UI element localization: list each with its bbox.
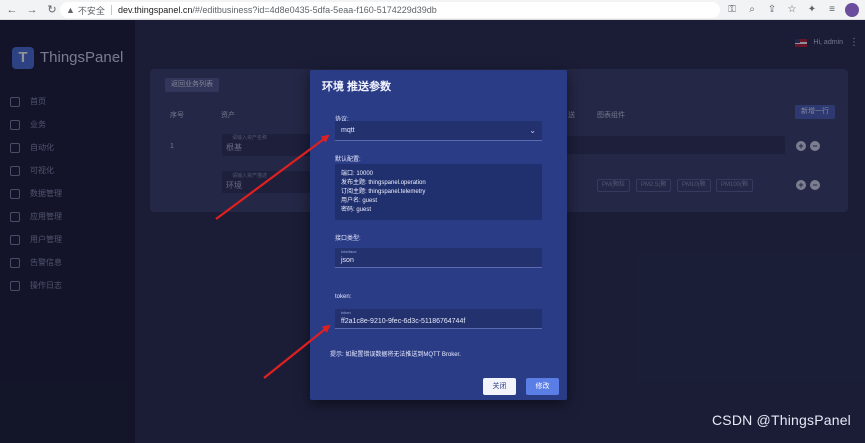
not-secure-warning-icon[interactable]: ▲ [66, 5, 75, 15]
protocol-select[interactable]: mqtt ⌄ [335, 121, 542, 141]
zoom-icon[interactable]: ⌕ [745, 3, 759, 17]
interface-value: json [341, 257, 354, 264]
url-host: dev.thingspanel.cn [117, 5, 193, 15]
token-label: token: [335, 294, 352, 300]
token-field[interactable]: token ff2a1c8e-9210-9fec-6d3c-5118676474… [335, 309, 542, 329]
interface-type-field[interactable]: Interface json [335, 248, 542, 268]
default-config-box: 端口: 10000 发布主题: thingspanel.operation 订阅… [335, 164, 542, 220]
address-bar[interactable]: ▲ 不安全 dev.thingspanel.cn /#/editbusiness… [60, 2, 720, 18]
token-value: ff2a1c8e-9210-9fec-6d3c-51186764744f [341, 318, 466, 325]
reload-icon[interactable]: ↻ [44, 2, 60, 18]
interface-float-label: Interface [341, 249, 357, 254]
browser-actions: ⚿ ⌕ ⇪ ☆ ✦ ≡ [725, 2, 865, 18]
share-icon[interactable]: ⇪ [765, 3, 779, 17]
close-button[interactable]: 关闭 [483, 378, 516, 395]
save-button[interactable]: 修改 [526, 378, 559, 395]
chevron-down-icon[interactable]: ⌄ [529, 121, 536, 141]
back-arrow-icon[interactable]: ← [4, 2, 20, 18]
config-publish-topic: 发布主题: thingspanel.operation [341, 180, 426, 186]
reading-list-icon[interactable]: ≡ [825, 3, 839, 17]
token-float-label: token [341, 310, 351, 315]
config-subscribe-topic: 订阅主题: thingspanel.telemetry [341, 189, 426, 195]
bookmark-star-icon[interactable]: ☆ [785, 3, 799, 17]
config-username: 用户名: guest [341, 198, 378, 204]
push-params-dialog: 环境 推送参数 协议: mqtt ⌄ 默认配置: 端口: 10000 发布主题:… [310, 70, 567, 400]
dialog-title: 环境 推送参数 [322, 81, 392, 93]
url-path: /#/editbusiness?id=4d8e0435-5dfa-5eaa-f1… [192, 5, 437, 15]
profile-avatar[interactable] [845, 3, 859, 17]
forward-arrow-icon[interactable]: → [24, 2, 40, 18]
watermark: CSDN @ThingsPanel [712, 412, 851, 428]
not-secure-label[interactable]: 不安全 [78, 4, 105, 17]
config-password: 密码: guest [341, 207, 372, 213]
default-config-label: 默认配置: [335, 157, 361, 163]
key-icon[interactable]: ⚿ [725, 3, 739, 17]
config-port: 端口: 10000 [341, 171, 374, 177]
hint-text: 提示: 如配置错误数据将无法推送到MQTT Broker. [330, 352, 461, 358]
browser-toolbar: ← → ↻ ▲ 不安全 dev.thingspanel.cn /#/editbu… [0, 0, 865, 20]
address-divider [110, 5, 112, 15]
protocol-value: mqtt [341, 127, 355, 134]
interface-type-label: 接口类型: [335, 236, 361, 242]
extensions-icon[interactable]: ✦ [805, 3, 819, 17]
